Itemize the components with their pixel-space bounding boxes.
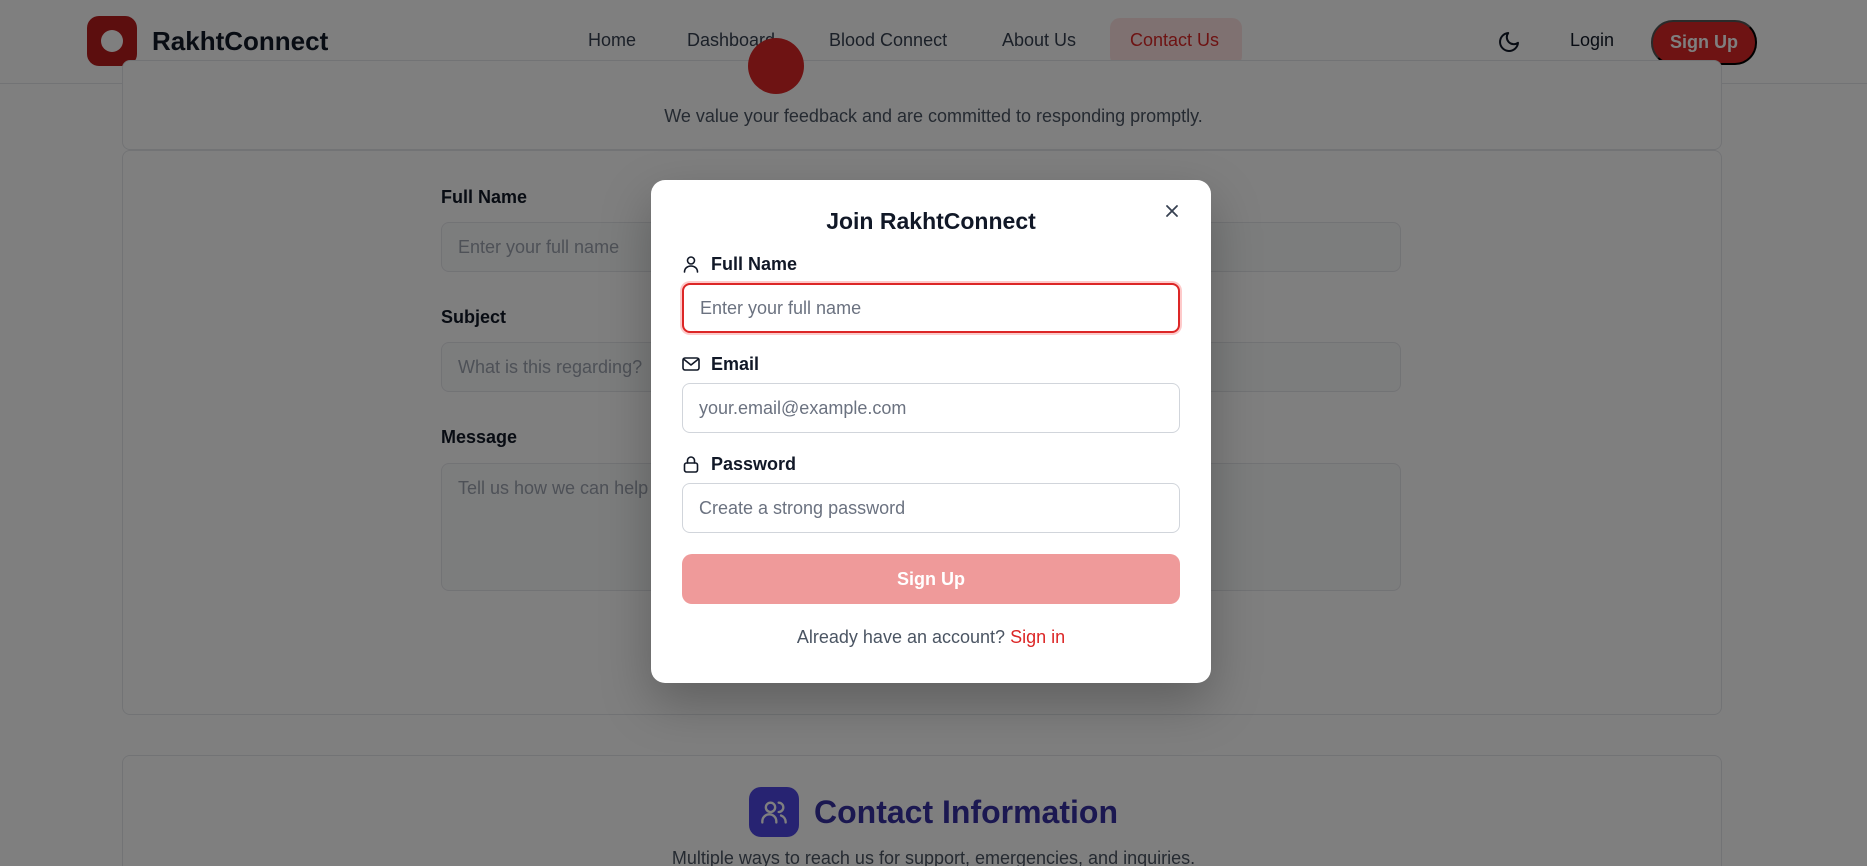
password-input[interactable] — [682, 483, 1180, 533]
email-label-text: Email — [711, 353, 760, 374]
lock-icon — [683, 456, 699, 473]
full-name-label: Full Name — [681, 253, 797, 275]
modal-title: Join RakhtConnect — [826, 208, 1036, 234]
user-icon — [683, 256, 699, 273]
close-icon[interactable] — [1162, 201, 1182, 221]
signup-modal: Join RakhtConnect Full Name Email Passwo… — [651, 180, 1211, 683]
signup-submit-button[interactable]: Sign Up — [682, 554, 1180, 604]
signin-link[interactable]: Sign in — [1010, 627, 1065, 647]
password-label-text: Password — [711, 453, 797, 474]
mail-icon — [682, 357, 700, 371]
signin-prompt-text: Already have an account? — [796, 627, 1006, 647]
password-label: Password — [681, 453, 796, 475]
full-name-input[interactable] — [682, 283, 1180, 333]
email-input[interactable] — [682, 383, 1180, 433]
email-label: Email — [681, 353, 759, 375]
full-name-label-text: Full Name — [711, 253, 798, 274]
signin-prompt: Already have an account? Sign in — [651, 627, 1211, 648]
